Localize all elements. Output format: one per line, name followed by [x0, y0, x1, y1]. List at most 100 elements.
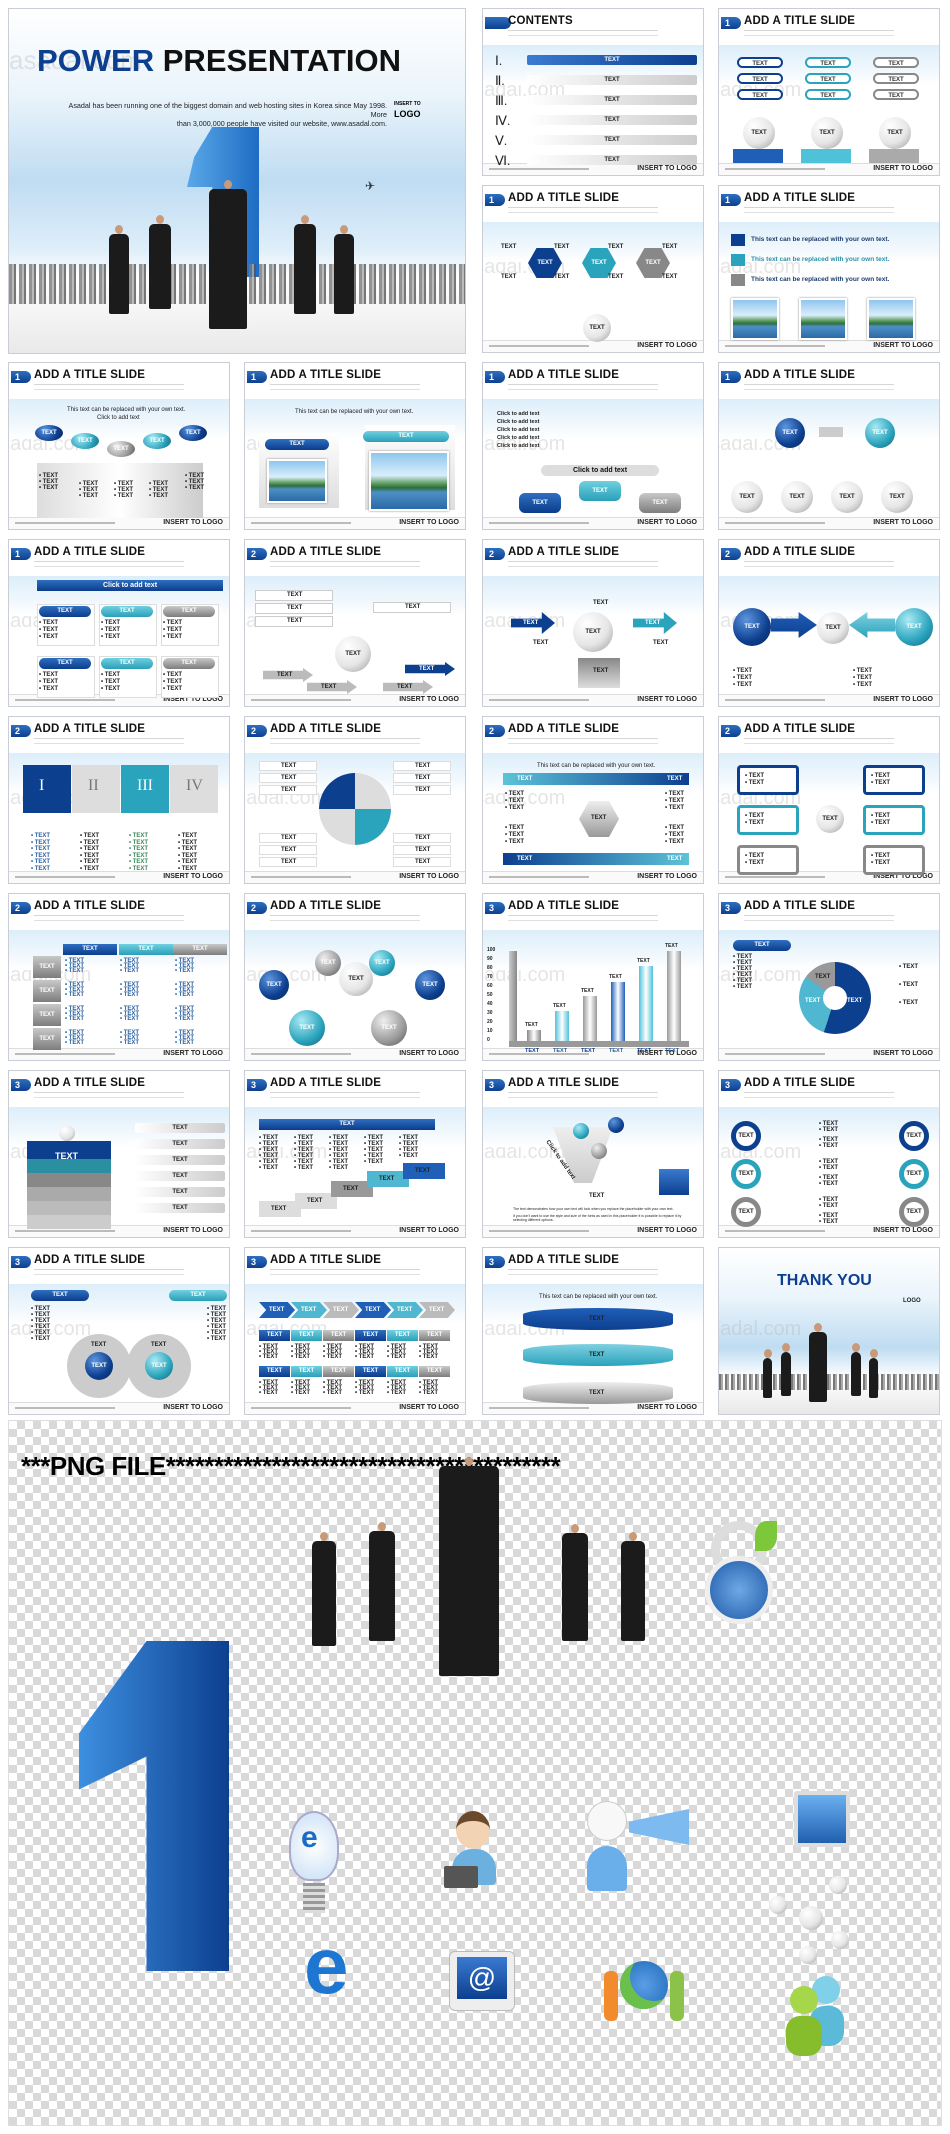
- text-label: • TEXT: [31, 846, 51, 852]
- footer-logo: INSERT TO LOGO: [637, 519, 697, 526]
- text-label: • TEXT: [745, 860, 765, 866]
- slide-thumbnail[interactable]: asadal.com2ADD A TITLE SLIDEINSERT TO LO…: [718, 539, 940, 707]
- slide-subtitle-placeholder: [744, 207, 894, 213]
- chart-base: [509, 1041, 689, 1047]
- sphere-node: TEXT: [143, 433, 171, 449]
- section-badge: 3: [247, 1256, 267, 1268]
- text-label: • TEXT: [871, 853, 891, 859]
- businessman: [869, 1349, 878, 1398]
- ring-node: TEXT: [731, 1159, 761, 1189]
- landscape-photo: [369, 451, 449, 511]
- slide-thumbnail[interactable]: asadal.com2ADD A TITLE SLIDEINSERT TO LO…: [718, 716, 940, 884]
- text-label: TEXT: [379, 1176, 395, 1182]
- slide-thumbnail[interactable]: asadal.com3ADD A TITLE SLIDEINSERT TO LO…: [244, 1247, 466, 1415]
- footer-logo: INSERT TO LOGO: [399, 696, 459, 703]
- sphere-node: [591, 1143, 607, 1159]
- text-pill: TEXT: [33, 956, 61, 978]
- section-badge: 2: [485, 548, 505, 560]
- slide-thumbnail[interactable]: asadal.com1ADD A TITLE SLIDEINSERT TO LO…: [8, 539, 230, 707]
- slide-title: ADD A TITLE SLIDE: [270, 1254, 382, 1266]
- text-label: • TEXT: [871, 780, 891, 786]
- slide-title: ADD A TITLE SLIDE: [508, 1077, 620, 1089]
- slide-thumbnail[interactable]: asadal.com2ADD A TITLE SLIDEINSERT TO LO…: [8, 716, 230, 884]
- slide-thumbnail[interactable]: asadal.com2ADD A TITLE SLIDEINSERT TO LO…: [244, 893, 466, 1061]
- text-label: • TEXT: [853, 668, 873, 674]
- slide-title: ADD A TITLE SLIDE: [508, 900, 620, 912]
- section-badge: 2: [247, 548, 267, 560]
- text-pill: TEXT: [363, 431, 449, 442]
- text-label: TEXT: [151, 1342, 167, 1348]
- slide-thumbnail[interactable]: asadal.com1ADD A TITLE SLIDEINSERT TO LO…: [244, 362, 466, 530]
- slide-thumbnail[interactable]: asadal.com2ADD A TITLE SLIDEINSERT TO LO…: [482, 539, 704, 707]
- text-label: TEXT: [662, 274, 678, 280]
- headset-operator-icon: [444, 1811, 504, 1901]
- text-label: • TEXT: [899, 964, 919, 970]
- text-label: Click to add text: [497, 435, 540, 441]
- text-label: TEXT: [608, 274, 624, 280]
- slide-thumbnail[interactable]: asadal.com3ADD A TITLE SLIDEINSERT TO LO…: [718, 893, 940, 1061]
- roman-label: I: [39, 777, 45, 794]
- roman-numeral: Ⅰ.: [495, 53, 503, 68]
- slide-header: 2 ADD A TITLE SLIDE: [719, 721, 939, 751]
- users-group-icon: [784, 1976, 854, 2056]
- text-label: • TEXT: [39, 627, 59, 633]
- slide-thumbnail[interactable]: asadal.com2ADD A TITLE SLIDEINSERT TO LO…: [244, 539, 466, 707]
- text-label: • TEXT: [178, 865, 198, 872]
- slide-thumbnail[interactable]: asadal.com2ADD A TITLE SLIDEINSERT TO LO…: [244, 716, 466, 884]
- slide-thumbnail[interactable]: asadal.com3ADD A TITLE SLIDEINSERT TO LO…: [8, 1070, 230, 1238]
- footer-text: [725, 345, 825, 347]
- text-label: • TEXT: [819, 1181, 839, 1187]
- text-label: TEXT: [608, 244, 624, 250]
- slide-thumbnail[interactable]: asadal.com3ADD A TITLE SLIDEINSERT TO LO…: [482, 1070, 704, 1238]
- slide-thumbnail[interactable]: asadal.com3ADD A TITLE SLIDEINSERT TO LO…: [482, 1247, 704, 1415]
- footer-logo: INSERT TO LOGO: [637, 696, 697, 703]
- text-label: • TEXT: [175, 992, 195, 998]
- text-label: Click to add text: [97, 415, 140, 421]
- slide-header: 2 ADD A TITLE SLIDE: [483, 544, 703, 574]
- slide-title: ADD A TITLE SLIDE: [744, 900, 856, 912]
- text-pill: TEXT: [805, 89, 851, 100]
- slide-thumbnail[interactable]: asadal.com1ADD A TITLE SLIDEINSERT TO LO…: [8, 362, 230, 530]
- slide-footer: INSERT TO LOGO: [719, 163, 939, 175]
- slide-subtitle-placeholder: [34, 1092, 184, 1098]
- section-badge: 1: [11, 548, 31, 560]
- text-label: • TEXT: [505, 805, 525, 811]
- slide-thumbnail[interactable]: asadal.com1ADD A TITLE SLIDEINSERT TO LO…: [482, 185, 704, 353]
- businessman: [809, 1323, 827, 1402]
- text-label: • TEXT: [39, 485, 59, 491]
- slide-thumbnail[interactable]: asadal.com3ADD A TITLE SLIDEINSERT TO LO…: [244, 1070, 466, 1238]
- text-label: • TEXT: [101, 634, 121, 640]
- roman-numeral: Ⅱ.: [495, 73, 505, 88]
- slide-thumbnail[interactable]: asadal.com1ADD A TITLE SLIDEINSERT TO LO…: [482, 362, 704, 530]
- x-tick-label: TEXT: [637, 1048, 652, 1054]
- slide-thumbnail[interactable]: asadal.com1ADD A TITLE SLIDEINSERT TO LO…: [718, 8, 940, 176]
- roman-label: IV: [186, 777, 203, 794]
- slide-thumbnail[interactable]: asadal.com1ADD A TITLE SLIDEINSERT TO LO…: [718, 185, 940, 353]
- text-label: TEXT: [533, 640, 549, 646]
- text-label: TEXT: [365, 1307, 381, 1313]
- slide-thumbnail[interactable]: asadal.comCONTENTSINSERT TO LOGOⅠ.TEXTⅡ.…: [482, 8, 704, 176]
- slide-thumbnail[interactable]: asadal.com3ADD A TITLE SLIDEINSERT TO LO…: [8, 1247, 230, 1415]
- slide-thumbnail[interactable]: asadal.com3ADD A TITLE SLIDEINSERT TO LO…: [482, 893, 704, 1061]
- bar-mark: [611, 981, 625, 1041]
- text-label: • TEXT: [120, 1016, 140, 1022]
- color-tab: [731, 254, 745, 266]
- text-label: This text can be replaced with your own …: [539, 1294, 658, 1300]
- slide-subtitle-placeholder: [34, 561, 184, 567]
- footer-logo: INSERT TO LOGO: [637, 1404, 697, 1411]
- businessman: [334, 225, 354, 314]
- slide-footer: INSERT TO LOGO: [9, 517, 229, 529]
- slide-subtitle-placeholder: [34, 738, 184, 744]
- cover-slide[interactable]: asadal.com POWER PRESENTATION Asadal has…: [8, 8, 466, 354]
- footer-text: [489, 1230, 589, 1232]
- slide-thumbnail[interactable]: asadal.com3ADD A TITLE SLIDEINSERT TO LO…: [718, 1070, 940, 1238]
- slide-thumbnail[interactable]: asadal.com1ADD A TITLE SLIDEINSERT TO LO…: [718, 362, 940, 530]
- text-label: Click to add text: [497, 419, 540, 425]
- slide-thumbnail[interactable]: asadal.com2ADD A TITLE SLIDEINSERT TO LO…: [8, 893, 230, 1061]
- slide-thumbnail[interactable]: asadal.com2ADD A TITLE SLIDEINSERT TO LO…: [482, 716, 704, 884]
- footer-text: [251, 876, 351, 878]
- section-badge: 3: [485, 902, 505, 914]
- slide-thumbnail[interactable]: asadal.com THANK YOU LOGO: [718, 1247, 940, 1415]
- text-label: TEXT: [333, 1307, 349, 1313]
- cover-subtitle-line2: than 3,000,000 people have visited our w…: [176, 119, 387, 128]
